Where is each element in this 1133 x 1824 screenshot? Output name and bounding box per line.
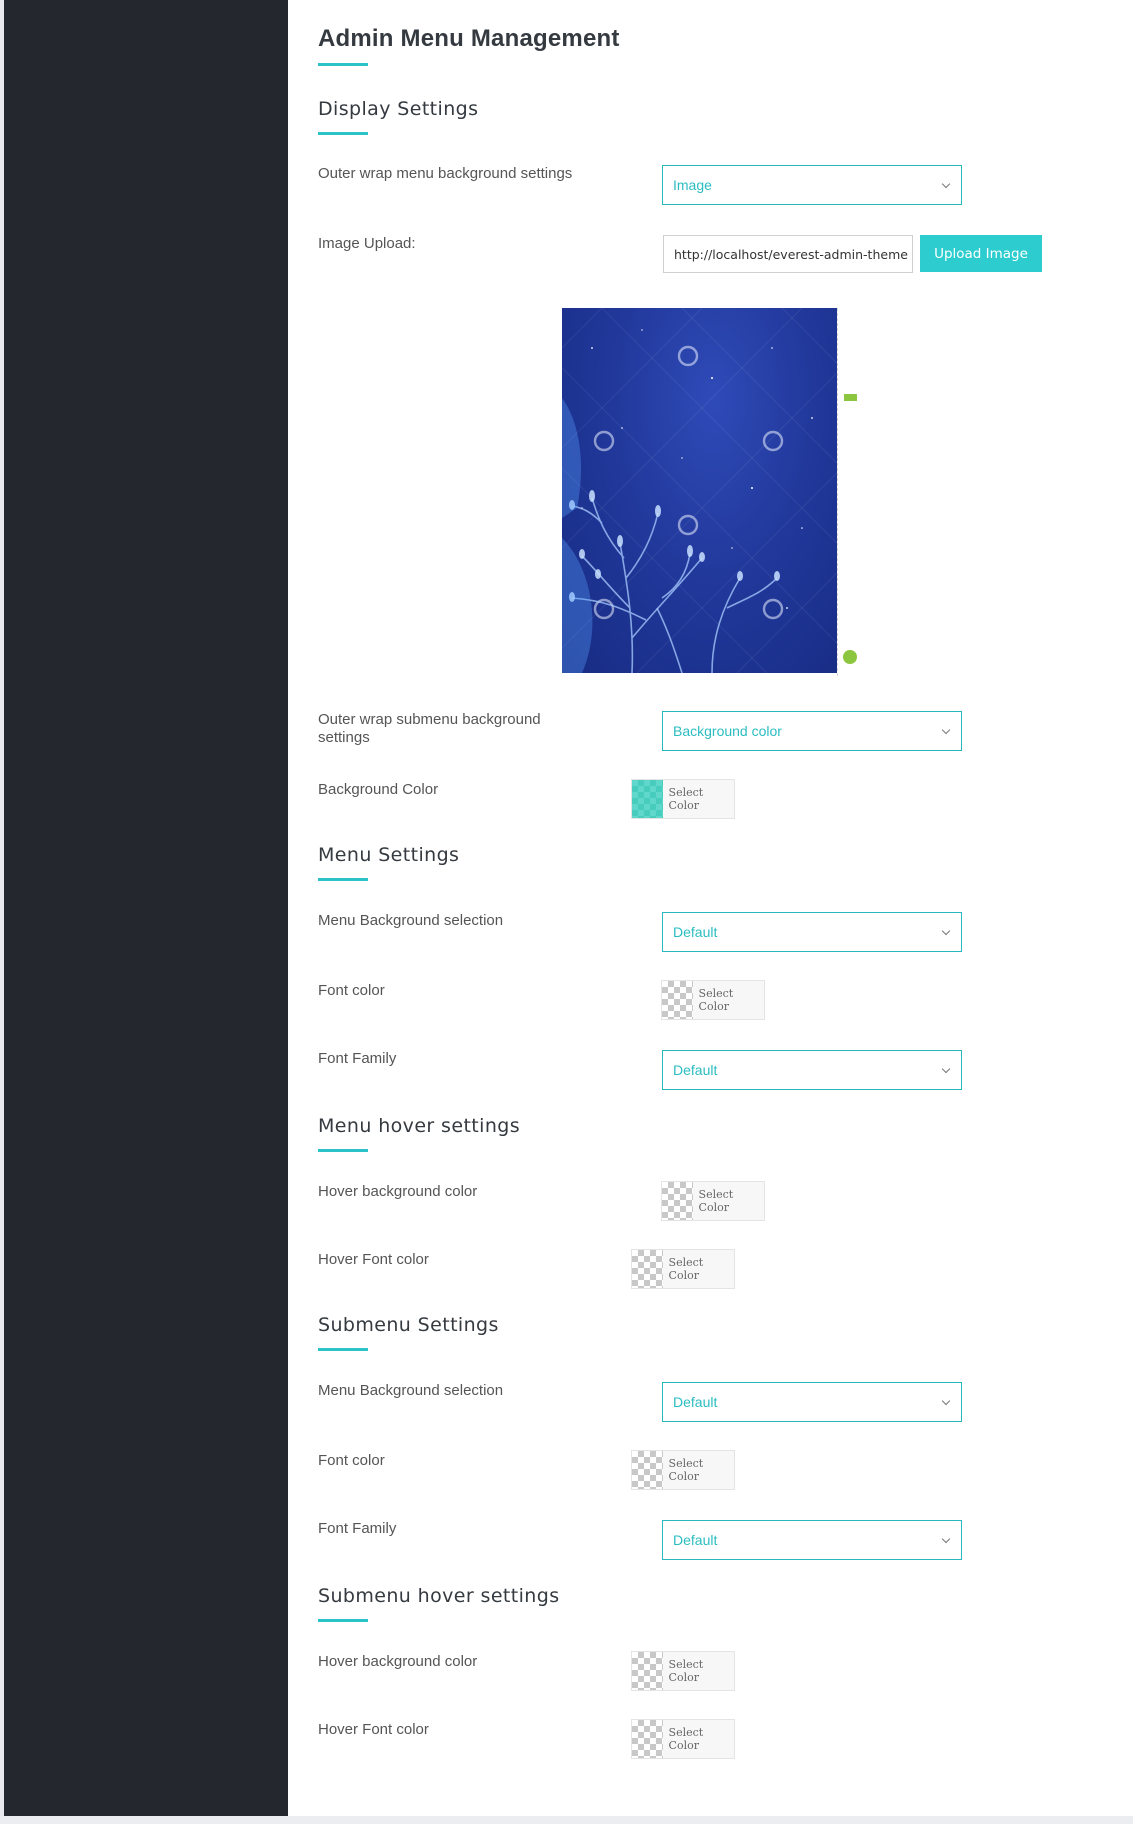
menu-hover-bg-picker[interactable]: Select Color [661,1181,765,1221]
logo-icon [843,650,857,664]
color-picker-label: Select Color [698,1188,734,1214]
outer-submenu-label-1: Outer wrap submenu background [318,711,541,728]
color-swatch [632,780,663,818]
select-value: Image [673,177,712,193]
image-url-input[interactable]: http://localhost/everest-admin-theme [663,235,913,273]
chevron-down-icon [941,179,951,188]
color-picker-label: Select Color [668,1256,704,1282]
outer-wrap-select[interactable]: Image [662,165,962,205]
select-value: Default [673,924,718,940]
upload-image-button[interactable]: Upload Image [920,235,1042,272]
menu-font-family-select[interactable]: Default [662,1050,962,1090]
bg-color-label: Background Color [318,781,439,798]
color-swatch [662,1182,693,1220]
chevron-down-icon [941,1396,951,1405]
section-underline [318,878,368,881]
submenu-font-color-label: Font color [318,1452,385,1469]
select-value: Default [673,1532,718,1548]
section-underline [318,132,368,135]
section-underline [318,1619,368,1622]
menu-hover-font-picker[interactable]: Select Color [631,1249,735,1289]
section-title-display: Display Settings [318,98,479,120]
menu-font-color-label: Font color [318,982,385,999]
section-title-menu: Menu Settings [318,844,460,866]
admin-sidebar [4,0,288,1816]
page-title-underline [318,63,368,66]
section-underline [318,1348,368,1351]
image-upload-label: Image Upload: [318,235,416,252]
color-swatch [662,981,693,1019]
menu-hover-font-label: Hover Font color [318,1251,429,1268]
image-preview [562,308,862,676]
menu-font-color-picker[interactable]: Select Color [661,980,765,1020]
section-title-submenu-hover: Submenu hover settings [318,1585,560,1607]
submenu-font-family-select[interactable]: Default [662,1520,962,1560]
submenu-font-color-picker[interactable]: Select Color [631,1450,735,1490]
submenu-bg-selection-label: Menu Background selection [318,1382,504,1399]
submenu-hover-font-label: Hover Font color [318,1721,429,1738]
select-value: Background color [673,723,782,739]
color-picker-label: Select Color [668,1726,704,1752]
submenu-hover-bg-label: Hover background color [318,1653,478,1670]
outer-submenu-label-2: settings [318,729,370,746]
menu-hover-bg-label: Hover background color [318,1183,478,1200]
chevron-down-icon [941,1064,951,1073]
page-title: Admin Menu Management [318,25,620,52]
color-swatch [632,1250,663,1288]
menu-font-family-label: Font Family [318,1050,397,1067]
main-content: Admin Menu Management Display Settings O… [288,0,1133,1816]
section-title-menu-hover: Menu hover settings [318,1115,521,1137]
select-value: Default [673,1062,718,1078]
image-watermark-strip [837,308,859,676]
menu-bg-selection-select[interactable]: Default [662,912,962,952]
submenu-hover-bg-picker[interactable]: Select Color [631,1651,735,1691]
section-underline [318,1149,368,1152]
outer-wrap-label: Outer wrap menu background settings [318,165,573,182]
section-title-submenu: Submenu Settings [318,1314,499,1336]
color-swatch [632,1652,663,1690]
chevron-down-icon [941,1534,951,1543]
chevron-down-icon [941,725,951,734]
chevron-down-icon [941,926,951,935]
color-picker-label: Select Color [698,987,734,1013]
bg-color-picker[interactable]: Select Color [631,779,735,819]
submenu-hover-font-picker[interactable]: Select Color [631,1719,735,1759]
color-swatch [632,1451,663,1489]
color-picker-label: Select Color [668,1457,704,1483]
submenu-bg-selection-select[interactable]: Default [662,1382,962,1422]
uploaded-background-image [562,308,837,673]
badge [850,394,857,401]
submenu-font-family-label: Font Family [318,1520,397,1537]
outer-submenu-select[interactable]: Background color [662,711,962,751]
color-picker-label: Select Color [668,786,704,812]
menu-bg-selection-label: Menu Background selection [318,912,504,929]
select-value: Default [673,1394,718,1410]
color-picker-label: Select Color [668,1658,704,1684]
color-swatch [632,1720,663,1758]
